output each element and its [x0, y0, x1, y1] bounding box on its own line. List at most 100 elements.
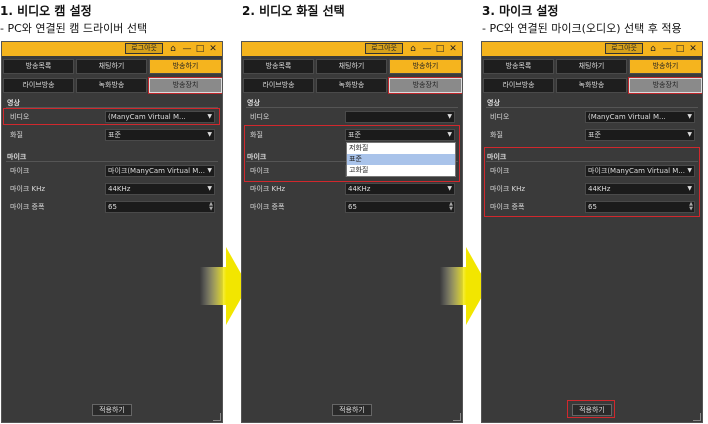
resize-grip-icon[interactable]: [693, 413, 701, 421]
title-bar: 로그아웃 ⌂ — □ ✕: [242, 42, 462, 56]
step3-subtitle: - PC와 연결된 마이크(오디오) 선택 후 적용: [482, 22, 682, 35]
step2-title: 2. 비디오 화질 선택: [242, 4, 345, 18]
quality-select[interactable]: 표준 ▼: [105, 129, 215, 141]
dropdown-arrow-icon: ▼: [207, 167, 212, 174]
video-value: (ManyCam Virtual M...: [588, 113, 666, 121]
maximize-icon[interactable]: □: [434, 42, 446, 56]
app-window-step1: 로그아웃 ⌂ — □ ✕ 방송목록 채팅하기 방송하기 라이브방송 녹화방송 방…: [1, 41, 223, 423]
quality-value: 표준: [108, 131, 121, 139]
spinner-icon[interactable]: ▲ ▼: [209, 202, 213, 212]
minimize-icon[interactable]: —: [181, 42, 193, 56]
tab-broadcast[interactable]: 방송하기: [389, 59, 462, 74]
mic-value: 마이크(ManyCam Virtual M...: [108, 167, 205, 175]
sub-tabs: 라이브방송 녹화방송 방송장치: [2, 77, 222, 94]
home-icon[interactable]: ⌂: [407, 42, 419, 56]
logout-button[interactable]: 로그아웃: [605, 43, 643, 54]
video-select[interactable]: ▼: [345, 111, 455, 123]
video-row: 비디오 (ManyCam Virtual M... ▼: [482, 111, 702, 123]
divider: [246, 107, 458, 108]
quality-value: 표준: [588, 131, 601, 139]
mic-khz-label: 마이크 KHz: [10, 185, 46, 193]
main-tabs: 방송목록 채팅하기 방송하기: [242, 59, 462, 74]
mic-volume-stepper[interactable]: 65 ▲ ▼: [105, 201, 215, 213]
quality-label: 화질: [10, 131, 23, 139]
tab-recorded[interactable]: 녹화방송: [556, 78, 627, 93]
mic-volume-value: 65: [348, 203, 357, 211]
video-label: 비디오: [250, 113, 270, 121]
sub-tabs: 라이브방송 녹화방송 방송장치: [482, 77, 702, 94]
apply-button[interactable]: 적용하기: [332, 404, 372, 416]
spinner-icon[interactable]: ▲ ▼: [449, 202, 453, 212]
maximize-icon[interactable]: □: [194, 42, 206, 56]
tab-broadcast[interactable]: 방송하기: [629, 59, 702, 74]
divider: [6, 161, 218, 162]
quality-row: 화질 표준 ▼: [482, 129, 702, 141]
tab-recorded[interactable]: 녹화방송: [316, 78, 387, 93]
tab-broadcast-list[interactable]: 방송목록: [243, 59, 314, 74]
mic-volume-label: 마이크 증폭: [10, 203, 45, 211]
tab-live[interactable]: 라이브방송: [243, 78, 314, 93]
mic-khz-select[interactable]: 44KHz ▼: [345, 183, 455, 195]
highlight-apply-button: [567, 400, 615, 418]
dropdown-arrow-icon: ▼: [207, 185, 212, 192]
tab-chat[interactable]: 채팅하기: [316, 59, 387, 74]
apply-button[interactable]: 적용하기: [92, 404, 132, 416]
minimize-icon[interactable]: —: [421, 42, 433, 56]
mic-khz-select[interactable]: 44KHz ▼: [105, 183, 215, 195]
dropdown-arrow-icon: ▼: [687, 131, 692, 138]
video-select[interactable]: (ManyCam Virtual M... ▼: [585, 111, 695, 123]
close-icon[interactable]: ✕: [207, 42, 219, 56]
main-tabs: 방송목록 채팅하기 방송하기: [482, 59, 702, 74]
logout-button[interactable]: 로그아웃: [365, 43, 403, 54]
mic-select[interactable]: 마이크(ManyCam Virtual M... ▼: [105, 165, 215, 177]
tab-broadcast[interactable]: 방송하기: [149, 59, 222, 74]
mic-khz-label: 마이크 KHz: [250, 185, 286, 193]
home-icon[interactable]: ⌂: [647, 42, 659, 56]
khz-row: 마이크 KHz 44KHz ▼: [2, 183, 222, 195]
main-tabs: 방송목록 채팅하기 방송하기: [2, 59, 222, 74]
tab-chat[interactable]: 채팅하기: [76, 59, 147, 74]
mic-volume-stepper[interactable]: 65 ▲ ▼: [345, 201, 455, 213]
highlight-quality-area: [244, 125, 460, 182]
maximize-icon[interactable]: □: [674, 42, 686, 56]
step1-title: 1. 비디오 캠 설정: [0, 4, 92, 18]
highlight-mic-section: [484, 147, 700, 217]
tab-device[interactable]: 방송장치: [628, 77, 702, 94]
resize-grip-icon[interactable]: [453, 413, 461, 421]
tab-live[interactable]: 라이브방송: [3, 78, 74, 93]
close-icon[interactable]: ✕: [687, 42, 699, 56]
tab-broadcast-list[interactable]: 방송목록: [3, 59, 74, 74]
dropdown-arrow-icon: ▼: [447, 185, 452, 192]
tab-live[interactable]: 라이브방송: [483, 78, 554, 93]
title-bar: 로그아웃 ⌂ — □ ✕: [482, 42, 702, 56]
divider: [486, 107, 698, 108]
quality-select[interactable]: 표준 ▼: [585, 129, 695, 141]
mic-volume-value: 65: [108, 203, 117, 211]
tab-chat[interactable]: 채팅하기: [556, 59, 627, 74]
logout-button[interactable]: 로그아웃: [125, 43, 163, 54]
mic-row: 마이크 마이크(ManyCam Virtual M... ▼: [2, 165, 222, 177]
app-window-step2: 로그아웃 ⌂ — □ ✕ 방송목록 채팅하기 방송하기 라이브방송 녹화방송 방…: [241, 41, 463, 423]
tab-broadcast-list[interactable]: 방송목록: [483, 59, 554, 74]
step3-title: 3. 마이크 설정: [482, 4, 559, 18]
mic-khz-value: 44KHz: [348, 185, 371, 193]
mic-volume-label: 마이크 증폭: [250, 203, 285, 211]
khz-row: 마이크 KHz 44KHz ▼: [242, 183, 462, 195]
tab-recorded[interactable]: 녹화방송: [76, 78, 147, 93]
close-icon[interactable]: ✕: [447, 42, 459, 56]
dropdown-arrow-icon: ▼: [207, 131, 212, 138]
volume-row: 마이크 증폭 65 ▲ ▼: [2, 201, 222, 213]
mic-label: 마이크: [10, 167, 30, 175]
resize-grip-icon[interactable]: [213, 413, 221, 421]
step1-subtitle: - PC와 연결된 캠 드라이버 선택: [0, 22, 148, 35]
volume-row: 마이크 증폭 65 ▲ ▼: [242, 201, 462, 213]
tab-device[interactable]: 방송장치: [148, 77, 222, 94]
highlight-video-row: [3, 108, 220, 125]
app-window-step3: 로그아웃 ⌂ — □ ✕ 방송목록 채팅하기 방송하기 라이브방송 녹화방송 방…: [481, 41, 703, 423]
tab-device[interactable]: 방송장치: [388, 77, 462, 94]
home-icon[interactable]: ⌂: [167, 42, 179, 56]
video-label: 비디오: [490, 113, 510, 121]
quality-row: 화질 표준 ▼: [2, 129, 222, 141]
dropdown-arrow-icon: ▼: [687, 113, 692, 120]
minimize-icon[interactable]: —: [661, 42, 673, 56]
